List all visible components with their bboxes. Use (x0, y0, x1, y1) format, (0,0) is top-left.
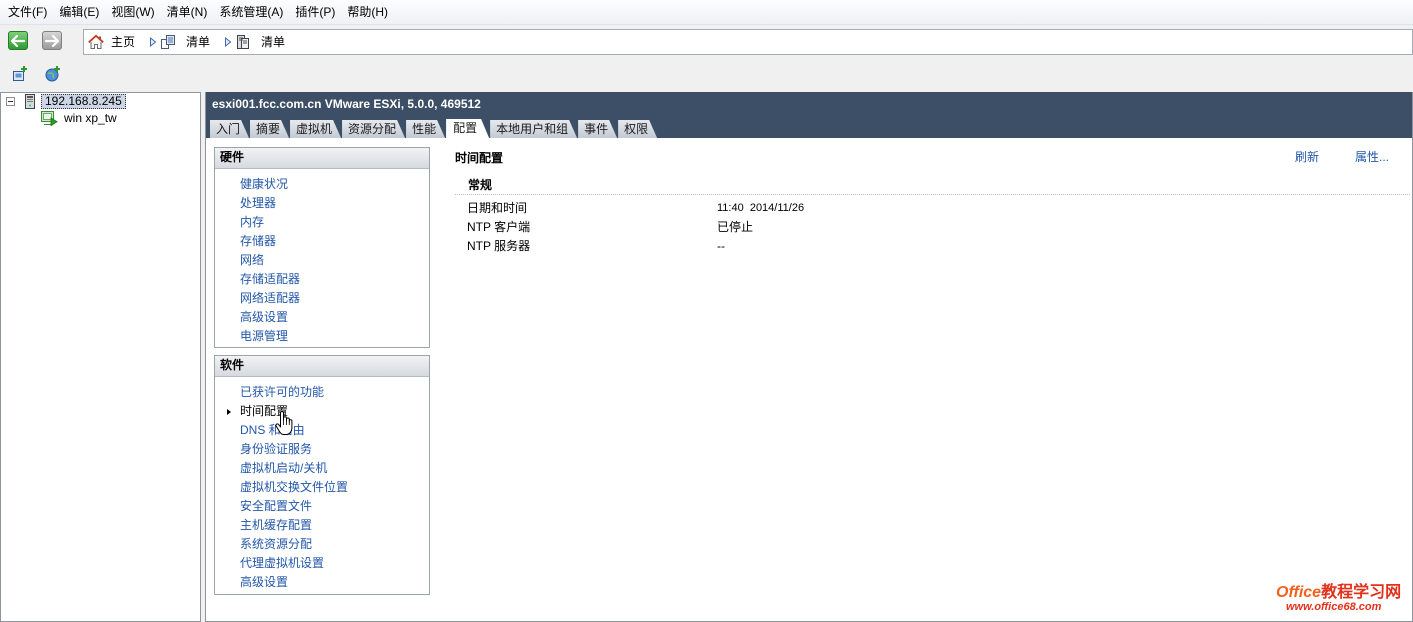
tab-permissions[interactable]: 权限 (618, 120, 657, 138)
date-time-value: 11:40 2014/11/26 (717, 202, 805, 214)
inventory-tree: 192.168.8.245 win xp_tw (0, 92, 201, 622)
breadcrumb-inventory-label: 清单 (186, 35, 211, 49)
section-title-general: 常规 (468, 178, 493, 192)
breadcrumb-separator-icon[interactable] (149, 37, 157, 47)
properties-link[interactable]: 属性... (1355, 150, 1389, 164)
hardware-panel: 硬件 健康状况 处理器 内存 存储器 网络 存储适配器 网络适配器 高级设置 电… (214, 147, 430, 348)
tab-bar: 入门 摘要 虚拟机 资源分配 性能 配置 本地用户和组 事件 权限 (210, 119, 658, 138)
software-panel-title: 软件 (215, 356, 429, 377)
menu-file[interactable]: 文件(F) (4, 2, 51, 22)
agent-vm-settings-link[interactable]: 代理虚拟机设置 (215, 554, 429, 573)
processors-link[interactable]: 处理器 (215, 194, 429, 213)
vm-startup-shutdown-link[interactable]: 虚拟机启动/关机 (215, 459, 429, 478)
forward-button[interactable] (42, 31, 62, 50)
vm-swapfile-location-link[interactable]: 虚拟机交换文件位置 (215, 478, 429, 497)
refresh-link[interactable]: 刷新 (1295, 150, 1319, 164)
detail-title: 时间配置 (455, 151, 504, 165)
network-adapters-link[interactable]: 网络适配器 (215, 289, 429, 308)
host-header: esxi001.fcc.com.cn VMware ESXi, 5.0.0, 4… (206, 92, 1412, 138)
server-icon (25, 94, 35, 109)
new-vm-button[interactable] (10, 64, 30, 84)
menu-administration[interactable]: 系统管理(A) (215, 2, 287, 22)
host-view: esxi001.fcc.com.cn VMware ESXi, 5.0.0, 4… (205, 92, 1413, 622)
networking-link[interactable]: 网络 (215, 251, 429, 270)
forward-arrow-icon (45, 34, 59, 47)
tab-resource-allocation[interactable]: 资源分配 (342, 120, 405, 138)
section-divider (455, 194, 1410, 195)
storage-link[interactable]: 存储器 (215, 232, 429, 251)
hand-cursor-icon (275, 411, 293, 435)
breadcrumb-inventory[interactable]: 清单 (157, 34, 210, 50)
menu-inventory[interactable]: 清单(N) (163, 2, 212, 22)
power-management-link[interactable]: 电源管理 (215, 327, 429, 346)
system-resource-allocation-link[interactable]: 系统资源分配 (215, 535, 429, 554)
breadcrumb-separator-icon[interactable] (224, 37, 232, 47)
storage-adapters-link[interactable]: 存储适配器 (215, 270, 429, 289)
software-panel: 软件 已获许可的功能 时间配置 DNS 和路由 身份验证服务 虚拟机启动/关机 … (214, 355, 430, 595)
ntp-client-label: NTP 客户端 (467, 220, 531, 234)
breadcrumb: 主页 清单 清单 (83, 29, 1413, 55)
memory-link[interactable]: 内存 (215, 213, 429, 232)
security-profile-link[interactable]: 安全配置文件 (215, 497, 429, 516)
hardware-list: 健康状况 处理器 内存 存储器 网络 存储适配器 网络适配器 高级设置 电源管理 (215, 169, 429, 346)
hardware-panel-title: 硬件 (215, 148, 429, 169)
watermark: Office教程学习网 www.office68.com (1276, 584, 1401, 614)
toolbar (0, 58, 1413, 91)
menu-plugins[interactable]: 插件(P) (291, 2, 339, 22)
menu-help[interactable]: 帮助(H) (343, 2, 392, 22)
breadcrumb-home[interactable]: 主页 (88, 34, 135, 50)
time-configuration-link[interactable]: 时间配置 (215, 402, 429, 421)
host-title: esxi001.fcc.com.cn VMware ESXi, 5.0.0, 4… (212, 97, 481, 111)
tab-events[interactable]: 事件 (578, 120, 617, 138)
ntp-client-value: 已停止 (717, 220, 754, 234)
software-advanced-settings-link[interactable]: 高级设置 (215, 573, 429, 592)
tree-item-vm[interactable]: win xp_tw (64, 110, 117, 126)
breadcrumb-hosts-clusters[interactable]: 清单 (232, 34, 285, 50)
tab-performance[interactable]: 性能 (406, 120, 445, 138)
breadcrumb-hosts-clusters-label: 清单 (261, 35, 286, 49)
watermark-url: www.office68.com (1286, 601, 1382, 613)
inventory-icon (161, 35, 176, 49)
new-resource-pool-button[interactable] (43, 64, 63, 84)
tab-virtual-machines[interactable]: 虚拟机 (290, 120, 341, 138)
tab-getting-started[interactable]: 入门 (210, 120, 249, 138)
hardware-advanced-settings-link[interactable]: 高级设置 (215, 308, 429, 327)
hosts-clusters-icon (237, 35, 250, 49)
new-vm-icon (13, 66, 27, 81)
date-time-label: 日期和时间 (467, 201, 528, 215)
dns-and-routing-link[interactable]: DNS 和路由 (215, 421, 429, 440)
vm-powered-on-icon (41, 111, 58, 126)
tab-local-users-groups[interactable]: 本地用户和组 (490, 120, 577, 138)
back-button[interactable] (8, 31, 28, 50)
licensed-features-link[interactable]: 已获许可的功能 (215, 383, 429, 402)
breadcrumb-home-label: 主页 (111, 35, 136, 49)
menu-edit[interactable]: 编辑(E) (55, 2, 103, 22)
menu-bar: 文件(F) 编辑(E) 视图(W) 清单(N) 系统管理(A) 插件(P) 帮助… (0, 0, 1413, 25)
back-arrow-icon (11, 34, 25, 47)
ntp-servers-label: NTP 服务器 (467, 239, 531, 253)
watermark-site-name: 教程学习网 (1321, 584, 1402, 601)
software-list: 已获许可的功能 时间配置 DNS 和路由 身份验证服务 虚拟机启动/关机 虚拟机… (215, 377, 429, 592)
menu-view[interactable]: 视图(W) (107, 2, 158, 22)
watermark-brand: Office (1276, 584, 1322, 601)
authentication-services-link[interactable]: 身份验证服务 (215, 440, 429, 459)
host-cache-configuration-link[interactable]: 主机缓存配置 (215, 516, 429, 535)
tree-item-host[interactable]: 192.168.8.245 (41, 94, 126, 109)
ntp-servers-value: -- (717, 239, 725, 253)
home-icon (88, 34, 104, 49)
collapse-toggle[interactable] (6, 97, 15, 106)
tab-configuration[interactable]: 配置 (446, 119, 489, 138)
tab-summary[interactable]: 摘要 (250, 120, 289, 138)
health-status-link[interactable]: 健康状况 (215, 175, 429, 194)
new-resource-pool-icon (45, 66, 60, 82)
navigation-bar: 主页 清单 清单 (0, 26, 1413, 58)
watermark-title: Office教程学习网 (1276, 584, 1401, 601)
